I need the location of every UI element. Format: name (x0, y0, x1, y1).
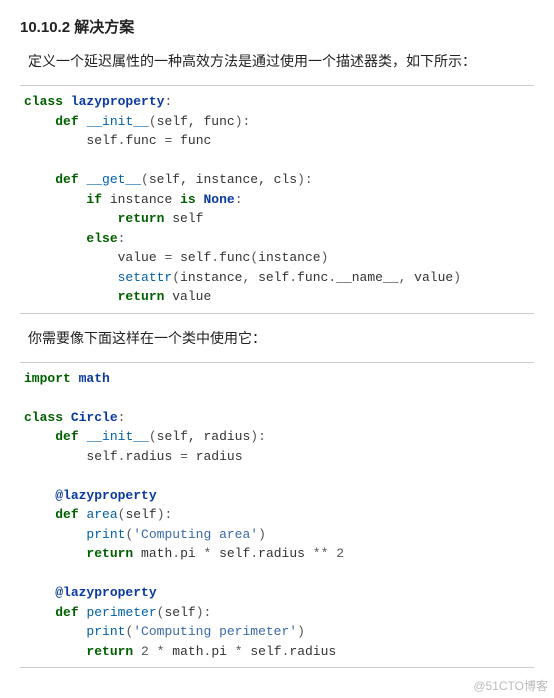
code-block-lazyproperty: class lazyproperty: def __init__(self, f… (20, 85, 534, 314)
section-heading: 10.10.2 解决方案 (20, 16, 534, 37)
watermark-text: @51CTO博客 (473, 677, 548, 694)
paragraph-intro: 定义一个延迟属性的一种高效方法是通过使用一个描述器类，如下所示： (28, 51, 526, 71)
paragraph-usage: 你需要像下面这样在一个类中使用它： (28, 328, 526, 348)
code-block-circle: import math class Circle: def __init__(s… (20, 362, 534, 669)
